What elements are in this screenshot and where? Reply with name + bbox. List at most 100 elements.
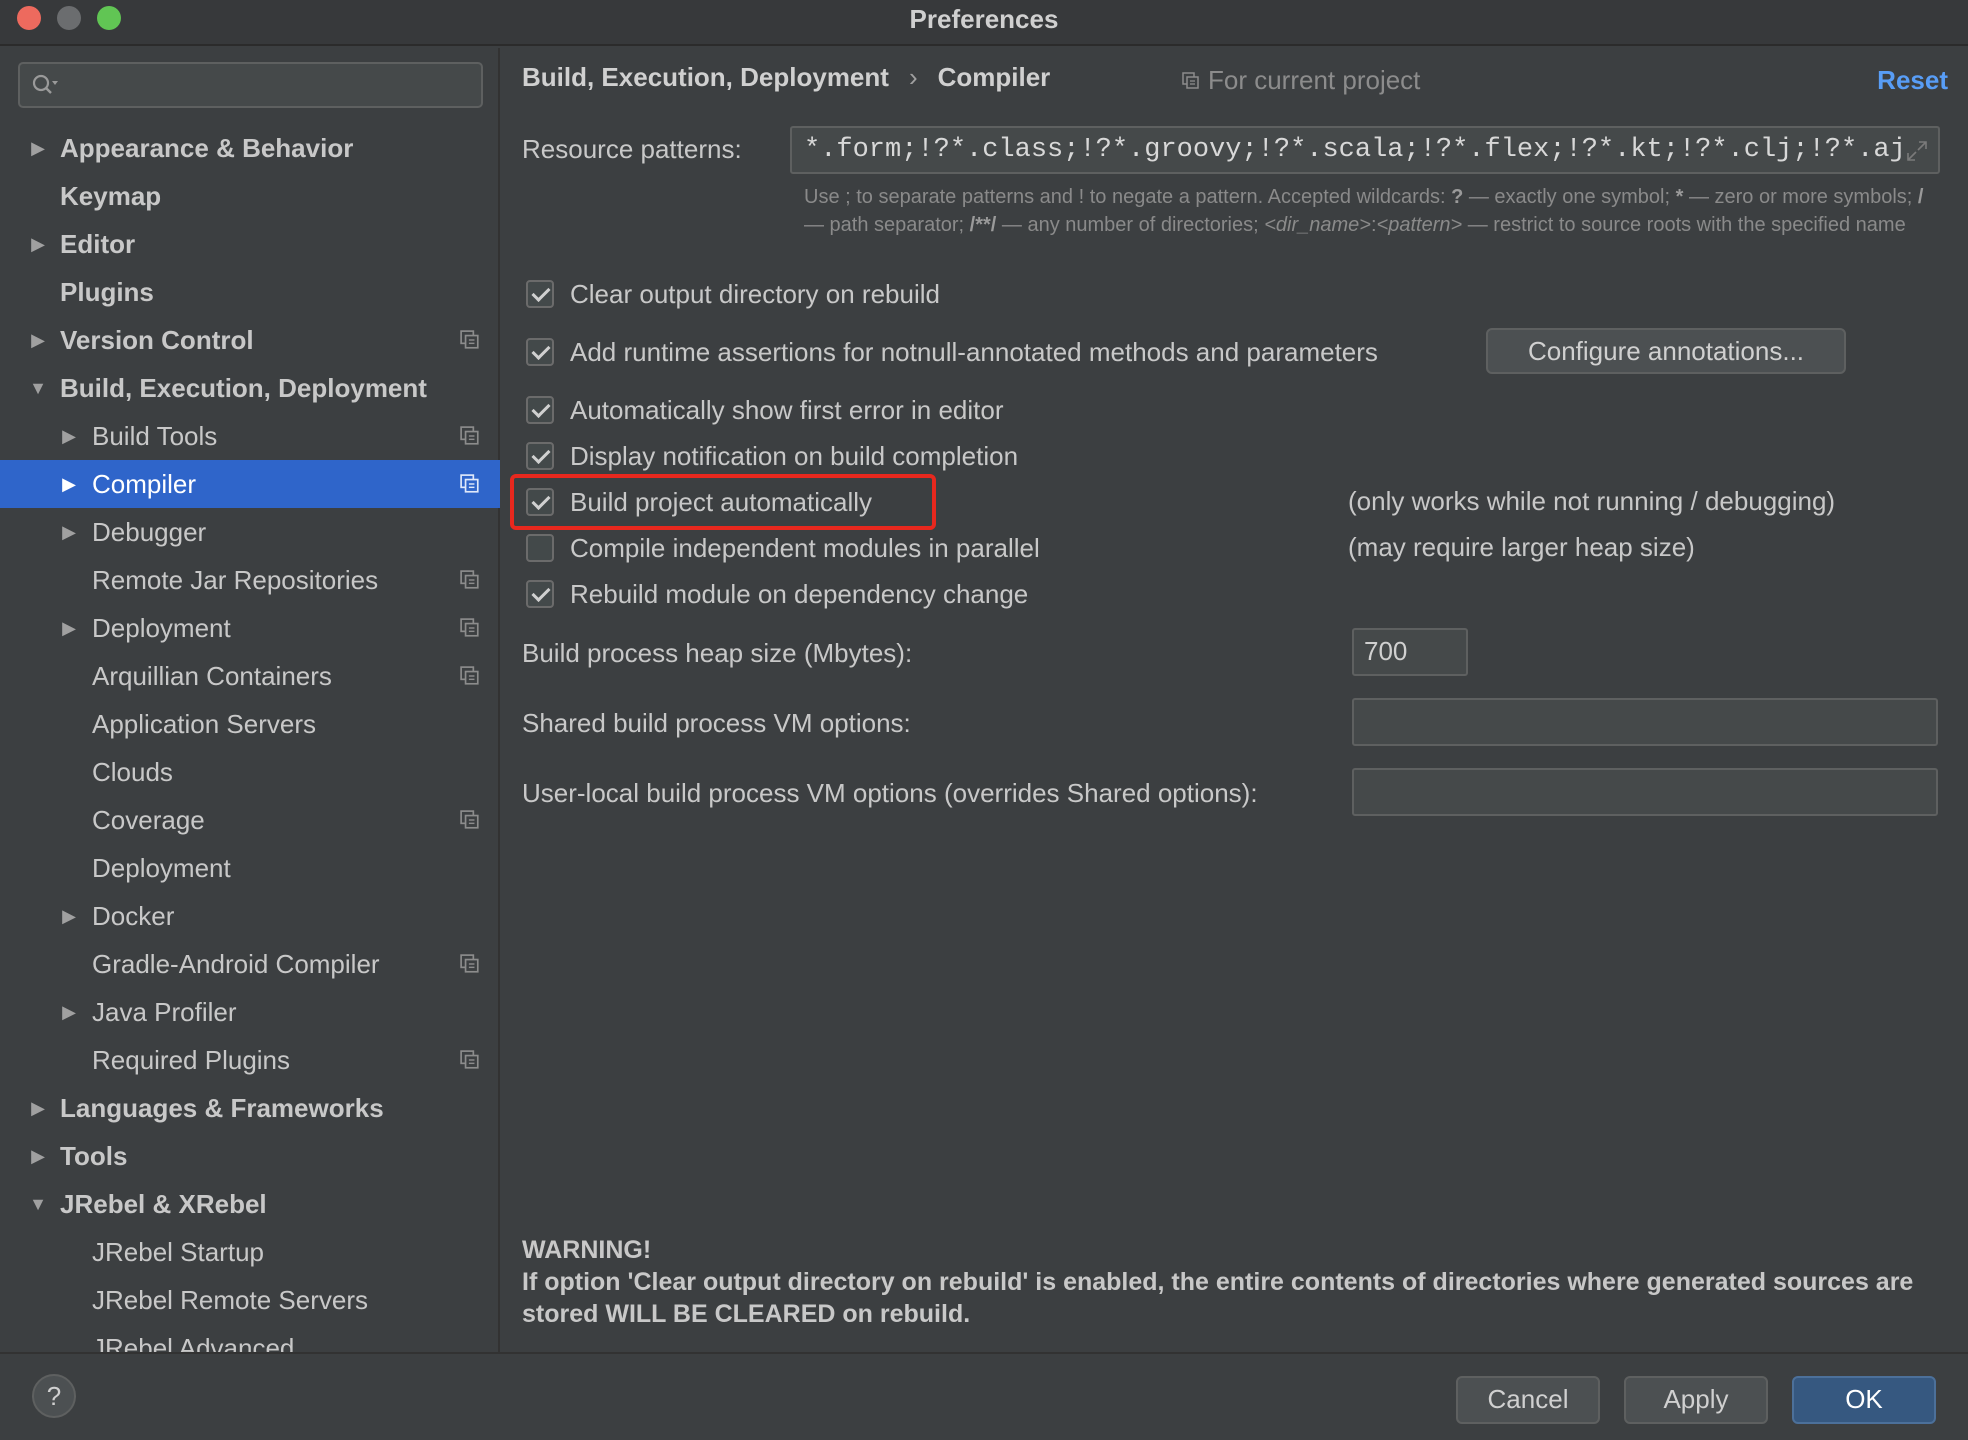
shared-vm-options-input[interactable] [1352, 698, 1938, 746]
sidebar-item-appearance-and-behavior[interactable]: ▶ Appearance & Behavior [0, 124, 500, 172]
show-first-error-checkbox[interactable] [526, 396, 554, 424]
sidebar-item-label: Application Servers [92, 709, 316, 739]
sidebar-item-label: Compiler [92, 469, 197, 499]
breadcrumb-parent[interactable]: Build, Execution, Deployment [522, 62, 889, 92]
chevron-down-icon[interactable]: ▼ [27, 364, 49, 412]
chevron-right-icon[interactable]: ▶ [27, 220, 49, 268]
sidebar-item-label: Debugger [92, 517, 207, 547]
chevron-down-icon[interactable]: ▼ [27, 1180, 49, 1228]
sidebar-item-application-servers[interactable]: Application Servers [0, 700, 500, 748]
expand-icon[interactable] [1904, 138, 1930, 164]
sidebar-item-label: JRebel & XRebel [60, 1189, 267, 1219]
project-scope-icon [460, 666, 479, 685]
sidebar-item-gradle-android-compiler[interactable]: Gradle-Android Compiler [0, 940, 500, 988]
heap-size-label: Build process heap size (Mbytes): [522, 638, 913, 668]
sidebar-item-deployment[interactable]: Deployment [0, 844, 500, 892]
clear-output-checkbox[interactable] [526, 280, 554, 308]
chevron-right-icon[interactable]: ▶ [58, 460, 80, 508]
chevron-right-icon[interactable]: ▶ [58, 412, 80, 460]
chevron-right-icon[interactable]: ▶ [27, 316, 49, 364]
chevron-right-icon[interactable]: ▶ [58, 508, 80, 556]
window-title: Preferences [909, 4, 1059, 34]
runtime-assertions-label: Add runtime assertions for notnull-annot… [570, 337, 1378, 367]
help-button[interactable]: ? [32, 1374, 76, 1418]
apply-button[interactable]: Apply [1624, 1376, 1768, 1424]
sidebar-item-build-tools[interactable]: ▶ Build Tools [0, 412, 500, 460]
sidebar-item-deployment[interactable]: ▶ Deployment [0, 604, 500, 652]
project-scope-icon [460, 330, 479, 349]
sidebar-item-label: Plugins [60, 277, 154, 307]
display-notification-checkbox[interactable] [526, 442, 554, 470]
sidebar-item-label: Clouds [92, 757, 173, 787]
sidebar-item-label: Deployment [92, 853, 231, 883]
sidebar-item-tools[interactable]: ▶ Tools [0, 1132, 500, 1180]
warning-text: If option 'Clear output directory on reb… [522, 1268, 1914, 1328]
sidebar-item-keymap[interactable]: Keymap [0, 172, 500, 220]
search-input[interactable] [18, 62, 483, 108]
breadcrumb: Build, Execution, Deployment › Compiler [522, 62, 1050, 93]
resource-patterns-help: Use ; to separate patterns and ! to nega… [804, 186, 1924, 236]
sidebar-item-compiler[interactable]: ▶ Compiler [0, 460, 500, 508]
sidebar-item-build-execution-deployment[interactable]: ▼ Build, Execution, Deployment [0, 364, 500, 412]
sidebar-item-coverage[interactable]: Coverage [0, 796, 500, 844]
sidebar-item-jrebel-and-xrebel[interactable]: ▼ JRebel & XRebel [0, 1180, 500, 1228]
resource-patterns-input[interactable]: *.form;!?*.class;!?*.groovy;!?*.scala;!?… [790, 126, 1940, 174]
user-vm-options-label: User-local build process VM options (ove… [522, 778, 1258, 808]
build-automatically-note: (only works while not running / debuggin… [1348, 486, 1836, 516]
sidebar-item-label: Appearance & Behavior [60, 133, 354, 163]
scope-indicator: For current project [1182, 65, 1420, 96]
sidebar-item-plugins[interactable]: Plugins [0, 268, 500, 316]
sidebar-item-java-profiler[interactable]: ▶ Java Profiler [0, 988, 500, 1036]
chevron-right-icon[interactable]: ▶ [58, 604, 80, 652]
compile-parallel-label: Compile independent modules in parallel [570, 533, 1040, 563]
rebuild-dependency-checkbox[interactable] [526, 580, 554, 608]
sidebar-item-label: Editor [60, 229, 136, 259]
chevron-right-icon[interactable]: ▶ [27, 1084, 49, 1132]
breadcrumb-current: Compiler [937, 62, 1051, 92]
build-automatically-checkbox[interactable] [526, 488, 554, 516]
sidebar-item-arquillian-containers[interactable]: Arquillian Containers [0, 652, 500, 700]
chevron-right-icon[interactable]: ▶ [58, 988, 80, 1036]
sidebar-item-docker[interactable]: ▶ Docker [0, 892, 500, 940]
runtime-assertions-checkbox[interactable] [526, 338, 554, 366]
project-scope-icon [460, 810, 479, 829]
settings-sidebar: ▶ Appearance & Behavior Keymap ▶ Editor Plugi… [0, 48, 500, 1352]
settings-tree: ▶ Appearance & Behavior Keymap ▶ Editor Plugi… [0, 124, 500, 1352]
sidebar-item-clouds[interactable]: Clouds [0, 748, 500, 796]
sidebar-item-jrebel-advanced[interactable]: JRebel Advanced [0, 1324, 500, 1352]
sidebar-item-label: Docker [92, 901, 175, 931]
resource-patterns-value: *.form;!?*.class;!?*.groovy;!?*.scala;!?… [804, 135, 1906, 165]
user-vm-options-input[interactable] [1352, 768, 1938, 816]
sidebar-item-version-control[interactable]: ▶ Version Control [0, 316, 500, 364]
chevron-right-icon[interactable]: ▶ [27, 124, 49, 172]
sidebar-item-label: JRebel Advanced [92, 1333, 295, 1352]
chevron-right-icon[interactable]: ▶ [27, 1132, 49, 1180]
cancel-button[interactable]: Cancel [1456, 1376, 1600, 1424]
ok-button[interactable]: OK [1792, 1376, 1936, 1424]
sidebar-item-debugger[interactable]: ▶ Debugger [0, 508, 500, 556]
sidebar-item-label: Remote Jar Repositories [92, 565, 379, 595]
reset-link[interactable]: Reset [1877, 65, 1948, 96]
title-bar: Preferences [0, 0, 1968, 46]
sidebar-item-languages-and-frameworks[interactable]: ▶ Languages & Frameworks [0, 1084, 500, 1132]
rebuild-dependency-label: Rebuild module on dependency change [570, 579, 1029, 609]
sidebar-item-label: Build, Execution, Deployment [60, 373, 427, 403]
scope-label: For current project [1208, 65, 1421, 95]
chevron-right-icon[interactable]: ▶ [58, 892, 80, 940]
sidebar-item-label: Languages & Frameworks [60, 1093, 384, 1123]
compile-parallel-checkbox[interactable] [526, 534, 554, 562]
sidebar-item-remote-jar-repositories[interactable]: Remote Jar Repositories [0, 556, 500, 604]
breadcrumb-separator: › [908, 62, 918, 92]
sidebar-item-editor[interactable]: ▶ Editor [0, 220, 500, 268]
sidebar-item-jrebel-startup[interactable]: JRebel Startup [0, 1228, 500, 1276]
sidebar-item-label: JRebel Startup [92, 1237, 264, 1267]
heap-size-input[interactable]: 700 [1352, 628, 1468, 676]
configure-annotations-button[interactable]: Configure annotations... [1486, 328, 1846, 374]
project-scope-icon [1182, 72, 1199, 89]
sidebar-item-label: Gradle-Android Compiler [92, 949, 380, 979]
sidebar-item-required-plugins[interactable]: Required Plugins [0, 1036, 500, 1084]
shared-vm-options-label: Shared build process VM options: [522, 708, 911, 738]
sidebar-item-label: Coverage [92, 805, 205, 835]
sidebar-item-jrebel-remote-servers[interactable]: JRebel Remote Servers [0, 1276, 500, 1324]
resource-patterns-label: Resource patterns: [522, 134, 742, 164]
